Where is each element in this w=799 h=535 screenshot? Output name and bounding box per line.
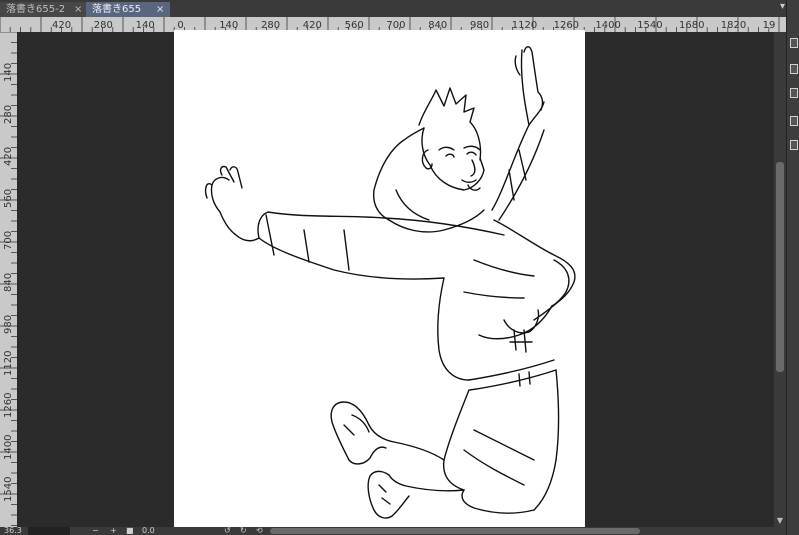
- vertical-ruler-ticks: 140 280 420 560 700 840 980 1120 1260 1400 1540: [0, 32, 17, 526]
- sub-tool-icon[interactable]: [790, 140, 798, 150]
- ruler-label: 1400: [3, 435, 14, 460]
- ruler-label: 420: [52, 20, 71, 31]
- close-icon[interactable]: ×: [74, 2, 82, 17]
- zoom-in-button[interactable]: +: [110, 527, 117, 535]
- tab-label: 落書き655-2: [6, 4, 66, 15]
- ruler-label: 140: [136, 20, 155, 31]
- ruler-label: 1120: [3, 351, 14, 376]
- ruler-label: 420: [3, 147, 14, 166]
- scroll-down-icon[interactable]: ▼: [774, 515, 786, 527]
- ruler-label: 1680: [679, 20, 704, 31]
- rotate-left-icon[interactable]: ↺: [224, 527, 231, 535]
- chevron-down-icon[interactable]: ▾: [780, 1, 785, 12]
- ruler-label: 840: [3, 273, 14, 292]
- layer-property-icon[interactable]: [790, 38, 798, 48]
- horizontal-scroll-thumb[interactable]: [270, 528, 640, 534]
- ruler-label: 700: [3, 231, 14, 250]
- rotate-right-icon[interactable]: ↻: [240, 527, 247, 535]
- zoom-level[interactable]: 36.3: [4, 527, 22, 535]
- ruler-label: 1540: [637, 20, 662, 31]
- tab-label: 落書き655: [92, 4, 142, 15]
- right-panel-strip: [786, 0, 799, 535]
- zoom-out-button[interactable]: −: [92, 527, 99, 535]
- zoom-field[interactable]: [28, 527, 70, 535]
- navigator-icon[interactable]: [790, 88, 798, 98]
- fit-view-icon[interactable]: ■: [126, 527, 134, 535]
- status-bar: 36.3 − + ■ 0.0 ↺ ↻ ⟲: [0, 527, 786, 535]
- drawing-canvas[interactable]: [174, 30, 585, 527]
- ruler-label: 1820: [721, 20, 746, 31]
- close-icon[interactable]: ×: [156, 2, 164, 17]
- document-tab-bar: 落書き655-2 × 落書き655 × ▾: [0, 0, 799, 18]
- ruler-label: 980: [3, 315, 14, 334]
- layer-icon[interactable]: [790, 64, 798, 74]
- ruler-label: 280: [94, 20, 113, 31]
- vertical-ruler[interactable]: 140 280 420 560 700 840 980 1120 1260 1400 1540: [0, 32, 18, 527]
- ruler-label: 140: [3, 63, 14, 82]
- tab-doc-655[interactable]: 落書き655 ×: [86, 2, 170, 17]
- ruler-label: 1260: [3, 393, 14, 418]
- ruler-label: 1540: [3, 477, 14, 502]
- material-icon[interactable]: [790, 116, 798, 126]
- ruler-label: 1400: [595, 20, 620, 31]
- reset-rotation-icon[interactable]: ⟲: [256, 527, 263, 535]
- ruler-label: 280: [3, 105, 14, 124]
- vertical-scrollbar[interactable]: ▼: [774, 32, 786, 527]
- line-art-drawing: [204, 46, 576, 519]
- vertical-scroll-thumb[interactable]: [776, 162, 784, 372]
- rotation-angle[interactable]: 0.0: [142, 527, 155, 535]
- tab-doc-655-2[interactable]: 落書き655-2 ×: [0, 2, 86, 17]
- ruler-label: 19: [763, 20, 776, 31]
- ruler-label: 560: [3, 189, 14, 208]
